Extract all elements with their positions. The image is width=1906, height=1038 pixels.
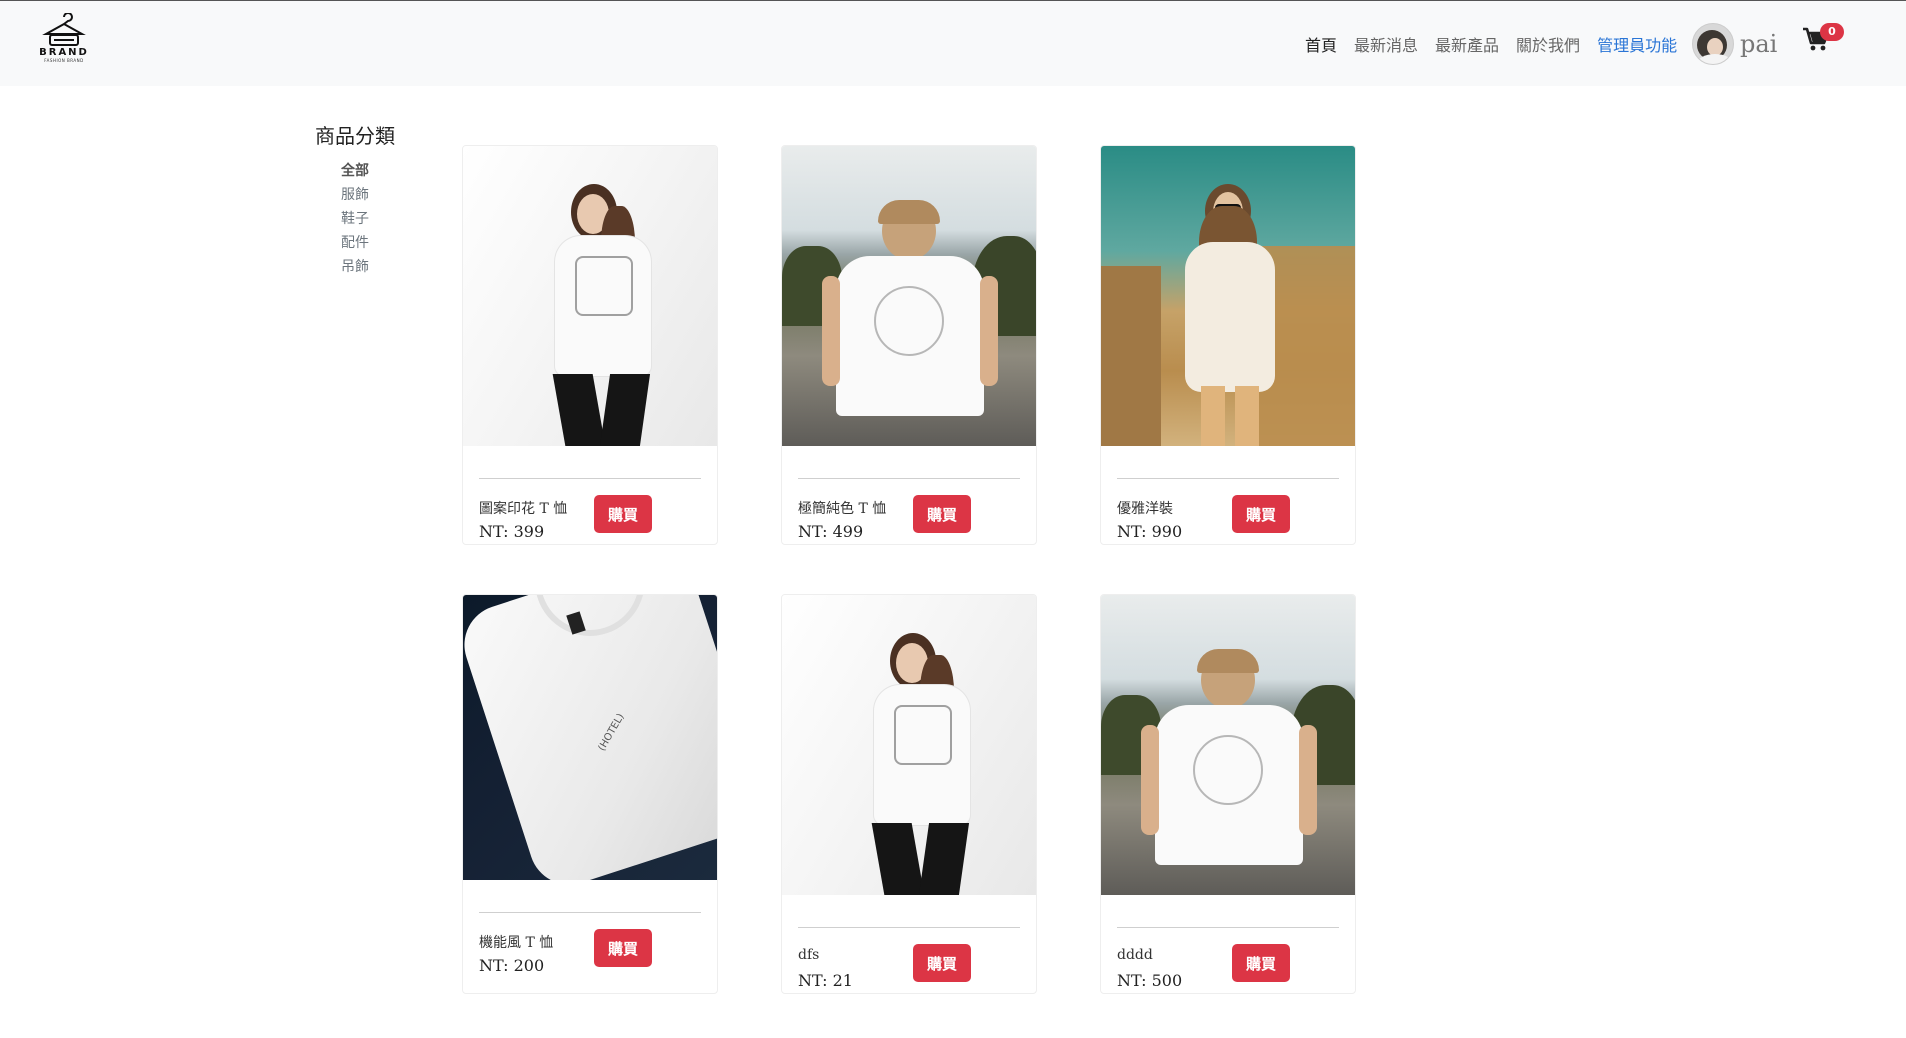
nav-news[interactable]: 最新消息	[1354, 32, 1418, 56]
product-name: 機能風 T 恤	[479, 935, 554, 951]
buy-button[interactable]: 購買	[913, 495, 971, 533]
product-name: 優雅洋裝	[1117, 501, 1173, 517]
cart-count-badge: 0	[1820, 23, 1844, 41]
buy-button[interactable]: 購買	[1232, 495, 1290, 533]
product-price: NT: 990	[1117, 522, 1183, 541]
buy-button[interactable]: 購買	[594, 929, 652, 967]
product-name: 圖案印花 T 恤	[479, 501, 568, 517]
nav-home[interactable]: 首頁	[1305, 32, 1337, 56]
product-price: NT: 399	[479, 522, 545, 541]
product-image-woman-graphic-tee[interactable]	[463, 146, 717, 446]
product-image-woman-white-dress[interactable]	[1101, 146, 1355, 446]
nav-products[interactable]: 最新產品	[1435, 32, 1499, 56]
product-card: 優雅洋裝 NT: 990 購買	[1100, 145, 1356, 545]
product-name: 極簡純色 T 恤	[798, 501, 887, 517]
user-menu[interactable]: pai	[1692, 22, 1777, 66]
nav-about[interactable]: 關於我們	[1516, 32, 1580, 56]
product-name: dddd	[1117, 947, 1153, 963]
avatar	[1692, 23, 1734, 65]
product-image-man-back-tee[interactable]	[782, 146, 1036, 446]
nav-admin[interactable]: 管理員功能	[1597, 32, 1677, 56]
buy-button[interactable]: 購買	[913, 944, 971, 982]
category-apparel[interactable]: 服飾	[315, 183, 425, 207]
category-all[interactable]: 全部	[315, 159, 425, 183]
cart-button[interactable]: 0	[1802, 23, 1850, 59]
category-charms[interactable]: 吊飾	[315, 255, 425, 279]
product-name: dfs	[798, 947, 820, 963]
product-card: dfs NT: 21 購買	[781, 594, 1037, 994]
category-shoes[interactable]: 鞋子	[315, 207, 425, 231]
product-image-woman-graphic-tee[interactable]	[782, 595, 1036, 895]
product-card: dddd NT: 500 購買	[1100, 594, 1356, 994]
category-accessories[interactable]: 配件	[315, 231, 425, 255]
sidebar-title: 商品分類	[315, 124, 395, 148]
brand-logo[interactable]: BRAND FASHION BRAND	[36, 13, 92, 75]
navbar: BRAND FASHION BRAND 首頁 最新消息 最新產品 關於我們 管理…	[0, 0, 1906, 86]
product-card: (HOTEL) 機能風 T 恤 NT: 200 購買	[462, 594, 718, 994]
product-image-white-tee-flat[interactable]: (HOTEL)	[463, 595, 717, 880]
buy-button[interactable]: 購買	[1232, 944, 1290, 982]
product-card: 極簡純色 T 恤 NT: 499 購買	[781, 145, 1037, 545]
product-price: NT: 500	[1117, 971, 1183, 990]
product-price: NT: 200	[479, 956, 545, 975]
product-price: NT: 21	[798, 971, 853, 990]
category-sidebar: 商品分類 全部 服飾 鞋子 配件 吊飾	[315, 120, 425, 279]
brand-tagline: FASHION BRAND	[44, 58, 84, 63]
buy-button[interactable]: 購買	[594, 495, 652, 533]
main-nav: 首頁 最新消息 最新產品 關於我們 管理員功能	[1305, 1, 1694, 87]
product-card: 圖案印花 T 恤 NT: 399 購買	[462, 145, 718, 545]
username: pai	[1740, 30, 1778, 58]
product-image-man-back-tee[interactable]	[1101, 595, 1355, 895]
brand-name: BRAND	[39, 47, 89, 58]
product-price: NT: 499	[798, 522, 864, 541]
hanger-logo-icon	[42, 13, 86, 46]
